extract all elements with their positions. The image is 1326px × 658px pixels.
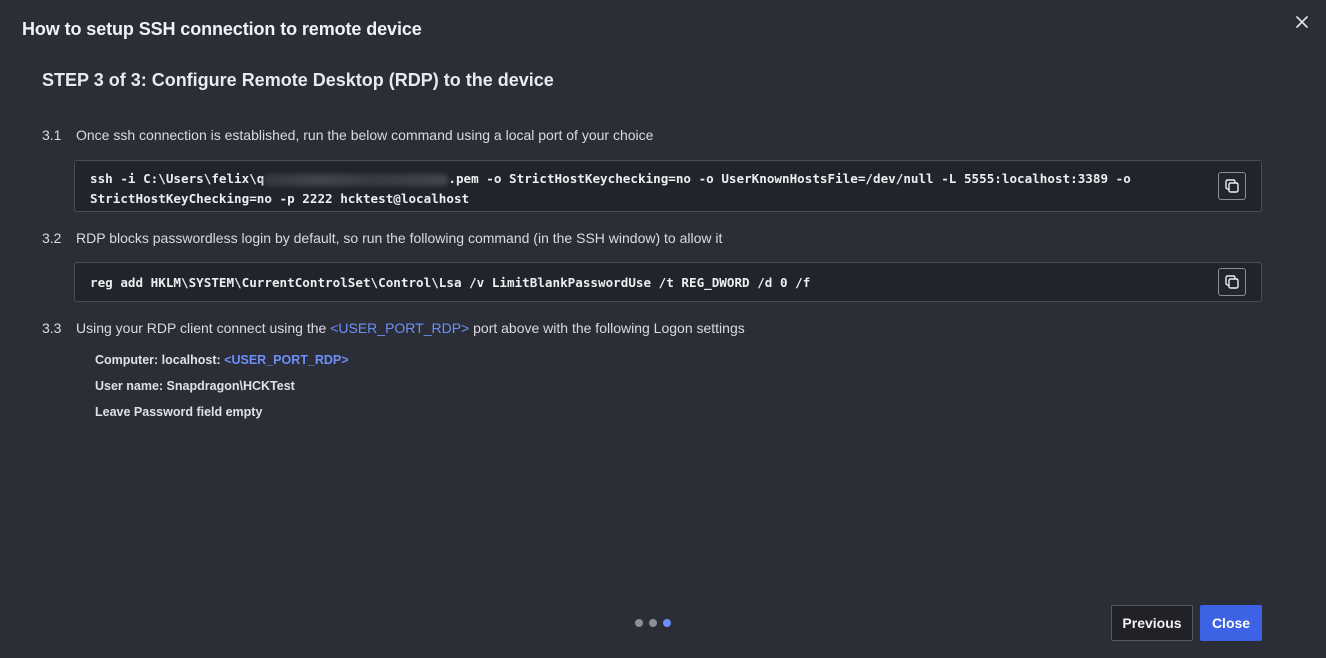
ssh-setup-dialog: How to setup SSH connection to remote de… [0, 0, 1326, 658]
code-line: reg add HKLM\SYSTEM\CurrentControlSet\Co… [90, 275, 811, 290]
logon-label: Computer: localhost: [95, 353, 225, 367]
previous-button[interactable]: Previous [1111, 605, 1193, 641]
ssh-command-box[interactable]: ssh -i C:\Users\felix\q .pem -o StrictHos… [74, 160, 1262, 212]
step-text: RDP blocks passwordless login by default… [76, 230, 723, 246]
logon-username: User name: Snapdragon\HCKTest [95, 379, 295, 393]
reg-command-box[interactable]: reg add HKLM\SYSTEM\CurrentControlSet\Co… [74, 262, 1262, 302]
user-port-rdp-placeholder: <USER_PORT_RDP> [330, 320, 470, 336]
step-pagination [635, 619, 671, 627]
redacted-text [264, 173, 449, 186]
copy-icon [1225, 275, 1239, 289]
step-dot-2[interactable] [649, 619, 657, 627]
step-text-part: Using your RDP client connect using the [76, 320, 331, 336]
user-port-rdp-placeholder: <USER_PORT_RDP> [224, 353, 349, 367]
code-line: StrictHostKeyChecking=no -p 2222 hcktest… [90, 191, 470, 206]
code-line: ssh -i C:\Users\felix\q .pem -o StrictHos… [90, 169, 1201, 189]
step-number: 3.3 [42, 320, 62, 336]
copy-icon [1225, 179, 1239, 193]
step-dot-1[interactable] [635, 619, 643, 627]
step-title: STEP 3 of 3: Configure Remote Desktop (R… [42, 70, 554, 90]
code-text: .pem -o StrictHostKeychecking=no -o User… [448, 171, 1131, 186]
dialog-close-button[interactable] [1292, 12, 1312, 32]
step-number: 3.1 [42, 127, 62, 143]
copy-ssh-command-button[interactable] [1218, 172, 1246, 200]
close-icon [1296, 16, 1308, 28]
step-3-3-row: 3.3 Using your RDP client connect using … [42, 320, 745, 336]
logon-password-note: Leave Password field empty [95, 405, 263, 419]
step-dot-3-active[interactable] [663, 619, 671, 627]
dialog-title: How to setup SSH connection to remote de… [22, 19, 422, 39]
step-text: Using your RDP client connect using the … [76, 320, 745, 336]
logon-settings: Computer: localhost: <USER_PORT_RDP> Use… [95, 352, 349, 430]
step-number: 3.2 [42, 230, 62, 246]
copy-reg-command-button[interactable] [1218, 268, 1246, 296]
step-text: Once ssh connection is established, run … [76, 127, 654, 143]
step-3-1-row: 3.1 Once ssh connection is established, … [42, 127, 653, 143]
step-text-part: port above with the following Logon sett… [469, 320, 745, 336]
step-3-2-row: 3.2 RDP blocks passwordless login by def… [42, 230, 722, 246]
logon-computer: Computer: localhost: <USER_PORT_RDP> [95, 352, 349, 378]
code-text: ssh -i C:\Users\felix\q [90, 171, 265, 186]
close-button[interactable]: Close [1200, 605, 1262, 641]
